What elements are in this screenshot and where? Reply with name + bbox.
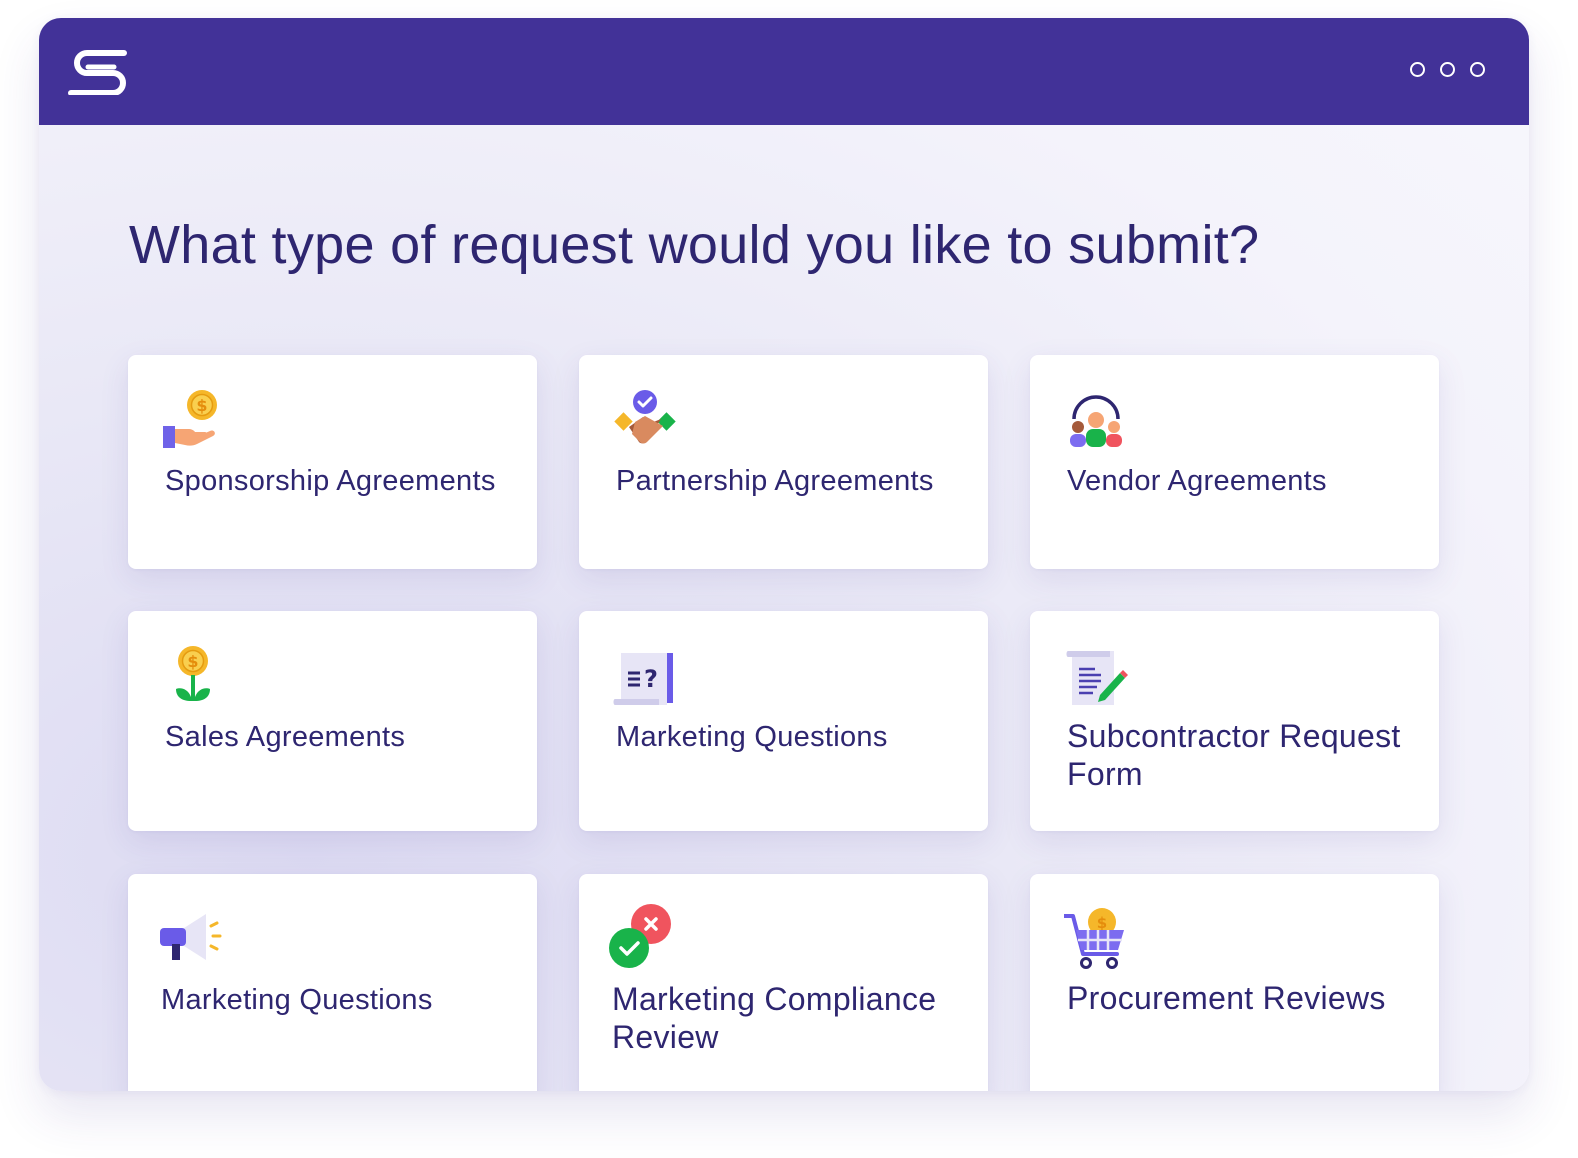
menu-dot[interactable] — [1470, 62, 1485, 77]
money-plant-icon: $ — [176, 646, 210, 701]
handshake-icon — [614, 390, 676, 444]
svg-text:?: ? — [644, 665, 658, 693]
svg-text:$: $ — [187, 652, 198, 671]
request-card-sponsorship[interactable]: $ Sponsorship Agreements — [128, 355, 537, 569]
card-label: Marketing Questions — [161, 984, 433, 1016]
request-card-subcontractor[interactable]: Subcontractor Request Form — [1030, 611, 1439, 831]
menu-dot[interactable] — [1440, 62, 1455, 77]
request-card-sales[interactable]: $ Sales Agreements — [128, 611, 537, 831]
more-options-menu[interactable] — [1410, 62, 1485, 77]
page-title: What type of request would you like to s… — [129, 215, 1260, 275]
shopping-cart-icon: $ — [1064, 908, 1124, 969]
check-cross-icon — [609, 904, 671, 968]
card-label: Subcontractor Request Form — [1067, 718, 1401, 792]
document-question-icon: ? — [613, 653, 673, 705]
logo-icon[interactable] — [66, 45, 134, 95]
header-bar — [39, 18, 1529, 125]
card-label: Vendor Agreements — [1067, 465, 1327, 497]
request-card-marketing-questions[interactable]: ? Marketing Questions — [579, 611, 988, 831]
card-label: Marketing Compliance Review — [612, 981, 937, 1055]
svg-text:$: $ — [196, 396, 207, 415]
card-label: Sponsorship Agreements — [165, 465, 496, 497]
request-card-partnership[interactable]: Partnership Agreements — [579, 355, 988, 569]
team-headset-icon — [1070, 395, 1122, 447]
request-card-marketing-compliance[interactable]: Marketing Compliance Review — [579, 874, 988, 1091]
megaphone-icon — [160, 914, 222, 960]
card-label: Sales Agreements — [165, 721, 406, 753]
card-label: Partnership Agreements — [616, 465, 934, 497]
card-label: Marketing Questions — [616, 721, 888, 753]
request-card-vendor[interactable]: Vendor Agreements — [1030, 355, 1439, 569]
request-card-procurement[interactable]: $ Procurement Reviews — [1030, 874, 1439, 1091]
coin-in-hand-icon: $ — [163, 390, 217, 448]
card-label: Procurement Reviews — [1067, 980, 1386, 1016]
app-window: What type of request would you like to s… — [39, 18, 1529, 1091]
document-pen-icon — [1066, 651, 1128, 705]
menu-dot[interactable] — [1410, 62, 1425, 77]
request-card-marketing-questions-2[interactable]: Marketing Questions — [128, 874, 537, 1091]
svg-text:$: $ — [1097, 914, 1107, 932]
